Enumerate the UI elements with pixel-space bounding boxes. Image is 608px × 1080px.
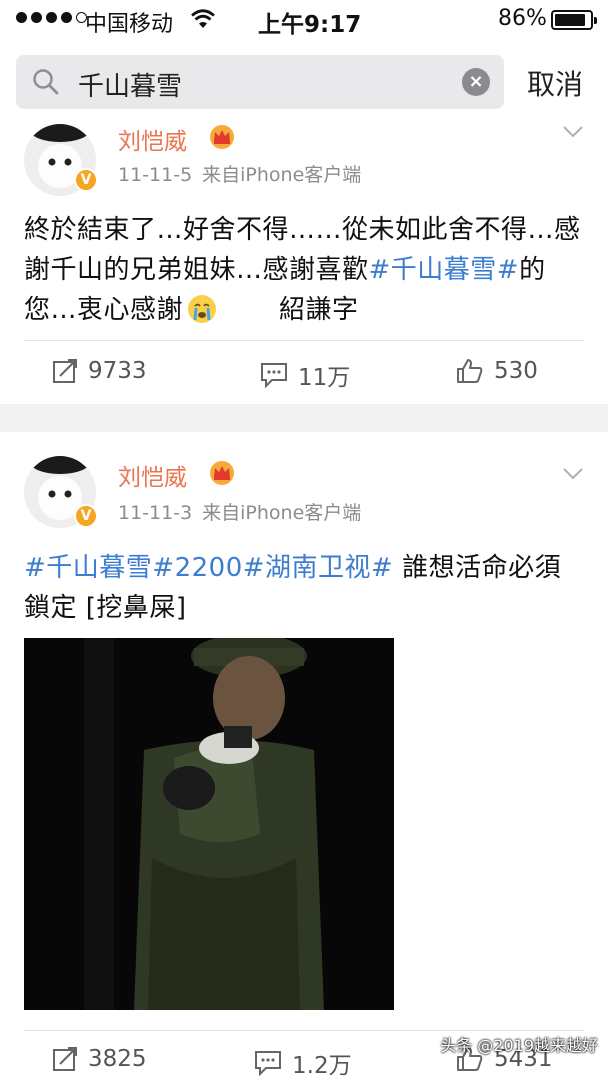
comment-count: 11万 [298, 365, 351, 391]
post-source: 来自iPhone客户端 [202, 164, 362, 186]
carrier-name: 中国移动 [85, 12, 174, 37]
post-card: V 刘恺威 11-11-5 来自iPhone客户端 終於結束了…好舍不得……從未如… [0, 124, 608, 404]
user-name[interactable]: 刘恺威 [118, 458, 187, 492]
chevron-down-icon[interactable] [562, 124, 584, 143]
topic-link[interactable]: #千山暮雪# [24, 553, 175, 583]
clock: 上午9:17 [258, 12, 362, 38]
search-bar: 千山暮雪 × 取消 [0, 40, 608, 124]
search-icon [32, 68, 60, 100]
comment-icon [255, 1051, 281, 1076]
cancel-button[interactable]: 取消 [527, 63, 583, 103]
action-bar: 9733 11万 530 [0, 344, 608, 404]
post-date: 11-11-3 [118, 502, 193, 524]
search-input[interactable]: 千山暮雪 × [16, 55, 504, 109]
repost-icon [53, 359, 77, 383]
repost-button[interactable]: 9733 [52, 358, 147, 384]
post-text: #千山暮雪#2200#湖南卫视# 誰想活命必須鎖定 [挖鼻屎] [24, 548, 586, 628]
crying-emoji-icon [187, 294, 217, 324]
repost-icon [53, 1047, 77, 1071]
crown-icon [207, 124, 237, 154]
comment-button[interactable]: 11万 [260, 358, 350, 392]
like-button[interactable]: 530 [456, 358, 538, 384]
post-date: 11-11-5 [118, 164, 193, 186]
status-bar: 中国移动 上午9:17 86% [0, 0, 608, 40]
post-meta: 11-11-3 来自iPhone客户端 [118, 498, 371, 525]
divider [24, 340, 584, 341]
watermark: 头条 @2019越来越好 [440, 1036, 598, 1055]
verified-icon: V [74, 168, 98, 192]
clear-icon[interactable]: × [462, 68, 490, 96]
topic-number[interactable]: 2200 [175, 553, 243, 583]
search-query: 千山暮雪 [78, 72, 183, 102]
battery-percentage: 86% [498, 6, 547, 31]
crown-icon [207, 460, 237, 490]
post-source: 来自iPhone客户端 [202, 502, 362, 524]
battery-icon [551, 10, 597, 30]
post-separator [0, 404, 608, 432]
topic-link[interactable]: #湖南卫视# [243, 553, 394, 583]
wifi-icon [190, 8, 216, 34]
comment-count: 1.2万 [292, 1053, 352, 1079]
repost-count: 3825 [88, 1046, 147, 1072]
post-meta: 11-11-5 来自iPhone客户端 [118, 160, 371, 187]
like-count: 530 [494, 358, 538, 384]
topic-link[interactable]: #千山暮雪# [369, 255, 520, 285]
signature: 紹謙字 [279, 295, 359, 325]
post-text: 終於結束了…好舍不得……從未如此舍不得…感謝千山的兄弟姐妹…感謝喜歡#千山暮雪#… [24, 210, 586, 330]
chevron-down-icon[interactable] [562, 466, 584, 485]
user-name[interactable]: 刘恺威 [118, 122, 187, 156]
divider [24, 1030, 584, 1031]
post-photo[interactable] [24, 638, 394, 1010]
verified-icon: V [74, 504, 98, 528]
repost-button[interactable]: 3825 [52, 1046, 147, 1072]
thumbs-up-icon [457, 359, 483, 383]
repost-count: 9733 [88, 358, 147, 384]
signal-strength-icon [16, 12, 87, 23]
comment-button[interactable]: 1.2万 [254, 1046, 352, 1080]
comment-icon [261, 363, 287, 388]
